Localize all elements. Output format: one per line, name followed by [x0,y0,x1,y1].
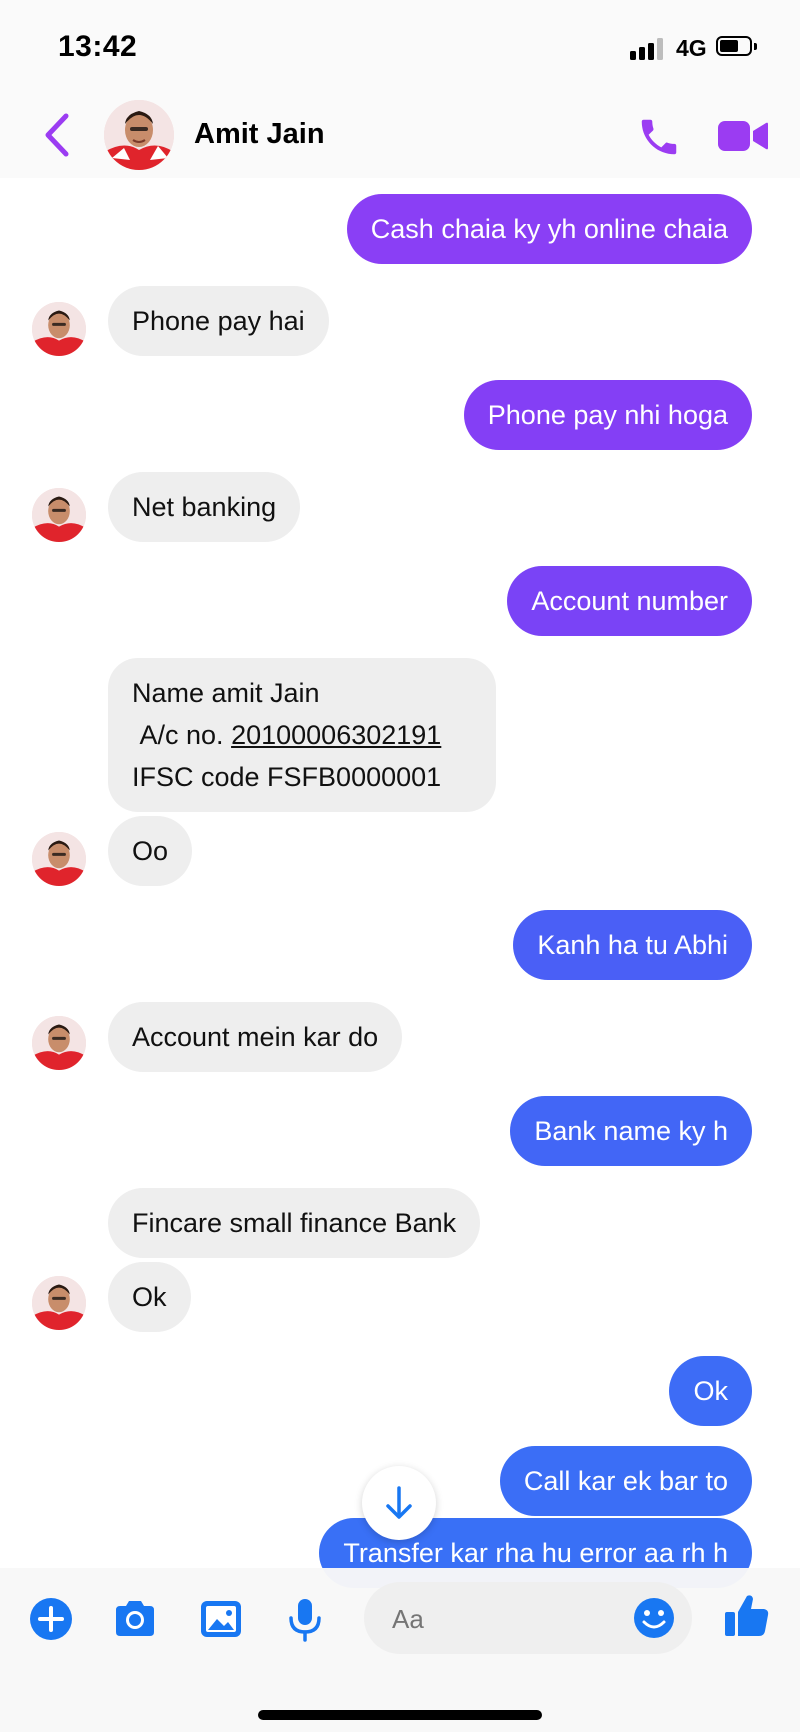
message-text: Account number [531,586,728,616]
message-text: Phone pay hai [132,306,305,336]
like-button[interactable] [722,1590,772,1640]
sender-avatar[interactable] [32,1016,86,1070]
audio-call-button[interactable] [636,114,682,160]
message-text: Fincare small finance Bank [132,1208,457,1238]
video-call-button[interactable] [716,116,770,156]
message-text: Ok [132,1282,167,1312]
chat-header: Amit Jain [0,96,800,178]
message-incoming[interactable]: Fincare small finance Bank [108,1188,481,1258]
smiley-icon [634,1598,674,1638]
message-text: Cash chaia ky yh online chaia [370,214,728,244]
plus-circle-icon [30,1598,72,1640]
network-type: 4G [676,35,707,61]
battery-icon [716,36,758,58]
status-bar: 13:42 4G [0,0,800,96]
avatar-image [32,1016,86,1070]
message-text: Kanh ha tu Abhi [537,930,728,960]
chevron-left-icon [45,113,69,157]
avatar-image [104,100,174,170]
message-text: Phone pay nhi hoga [487,400,728,430]
message-incoming-account-details[interactable]: Name amit Jain A/c no. 20100006302191 IF… [108,658,496,812]
contact-name[interactable]: Amit Jain [194,118,325,151]
back-button[interactable] [38,110,78,160]
microphone-icon [289,1599,321,1642]
sender-avatar[interactable] [32,832,86,886]
camera-button[interactable] [110,1594,160,1644]
arrow-down-icon [386,1486,412,1519]
message-incoming[interactable]: Net banking [108,472,301,542]
message-outgoing[interactable]: Ok [669,1356,752,1426]
message-outgoing[interactable]: Phone pay nhi hoga [463,380,752,450]
voice-message-button[interactable] [280,1594,330,1644]
status-time: 13:42 [58,30,138,63]
message-outgoing[interactable]: Bank name ky h [510,1096,752,1166]
message-outgoing[interactable]: Cash chaia ky yh online chaia [346,194,752,264]
camera-icon [116,1601,154,1636]
message-text: Bank name ky h [534,1116,728,1146]
message-incoming[interactable]: Account mein kar do [108,1002,403,1072]
message-input-field[interactable] [364,1582,692,1654]
home-indicator [258,1710,542,1720]
sender-avatar[interactable] [32,488,86,542]
message-outgoing[interactable]: Call kar ek bar to [499,1446,752,1516]
avatar-image [32,1276,86,1330]
message-text: Oo [132,836,169,866]
message-line: A/c no. 20100006302191 [132,714,472,756]
avatar-image [32,832,86,886]
message-text: Account mein kar do [132,1022,379,1052]
scroll-to-bottom-button[interactable] [362,1466,436,1540]
message-incoming[interactable]: Oo [108,816,193,886]
message-line: IFSC code FSFB0000001 [132,762,442,792]
message-line: Name amit Jain [132,678,320,708]
account-number-link[interactable]: 20100006302191 [231,720,441,750]
message-text: Transfer kar rha hu error aa rh h [343,1538,728,1568]
add-button[interactable] [26,1594,76,1644]
signal-strength-icon [630,38,666,60]
account-label: A/c no. [139,720,224,750]
message-incoming[interactable]: Phone pay hai [108,286,329,356]
sender-avatar[interactable] [32,302,86,356]
video-camera-icon [718,121,768,151]
avatar-image [32,488,86,542]
message-incoming[interactable]: Ok [108,1262,191,1332]
phone-icon [641,119,677,155]
message-outgoing[interactable]: Account number [507,566,752,636]
emoji-button[interactable] [632,1596,676,1640]
avatar-image [32,302,86,356]
message-text: Net banking [132,492,277,522]
message-input[interactable] [390,1600,594,1638]
message-text: Ok [693,1376,728,1406]
message-text: Call kar ek bar to [523,1466,728,1496]
message-composer [0,1568,800,1732]
contact-avatar[interactable] [104,100,174,170]
image-icon [201,1601,241,1637]
sender-avatar[interactable] [32,1276,86,1330]
message-outgoing[interactable]: Kanh ha tu Abhi [513,910,752,980]
thumbs-up-icon [725,1595,769,1636]
gallery-button[interactable] [196,1594,246,1644]
